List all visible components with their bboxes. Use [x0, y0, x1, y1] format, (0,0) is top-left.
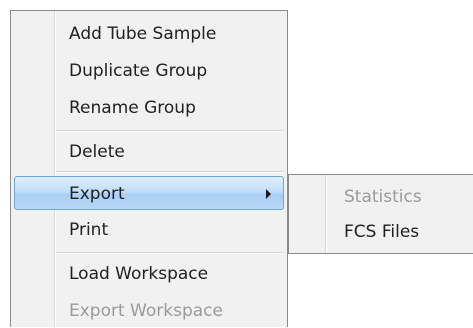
menu-item-export-workspace: Export Workspace — [11, 294, 287, 328]
export-submenu: Statistics FCS Files — [288, 174, 473, 254]
menu-item-label: Export — [69, 184, 125, 204]
submenu-item-statistics: Statistics — [289, 180, 473, 214]
submenu-arrow-icon — [266, 189, 271, 199]
menu-item-add-tube-sample[interactable]: Add Tube Sample — [11, 17, 287, 51]
menu-item-rename-group[interactable]: Rename Group — [11, 91, 287, 125]
submenu-item-label: FCS Files — [344, 222, 420, 242]
menu-separator — [56, 171, 283, 173]
menu-item-label: Print — [69, 220, 109, 240]
context-menu: Add Tube Sample Duplicate Group Rename G… — [10, 10, 288, 327]
menu-item-label: Duplicate Group — [69, 61, 208, 81]
submenu-item-fcs-files[interactable]: FCS Files — [289, 215, 473, 249]
menu-item-label: Add Tube Sample — [69, 24, 217, 44]
menu-item-duplicate-group[interactable]: Duplicate Group — [11, 54, 287, 88]
menu-item-print[interactable]: Print — [11, 213, 287, 247]
menu-item-label: Rename Group — [69, 98, 196, 118]
menu-item-export[interactable]: Export — [14, 176, 284, 210]
menu-separator — [56, 252, 283, 254]
menu-item-label: Delete — [69, 142, 125, 162]
menu-item-label: Export Workspace — [69, 301, 223, 321]
menu-item-load-workspace[interactable]: Load Workspace — [11, 257, 287, 291]
submenu-item-label: Statistics — [344, 187, 422, 207]
menu-item-label: Load Workspace — [69, 264, 209, 284]
menu-item-delete[interactable]: Delete — [11, 135, 287, 169]
menu-separator — [56, 130, 283, 132]
